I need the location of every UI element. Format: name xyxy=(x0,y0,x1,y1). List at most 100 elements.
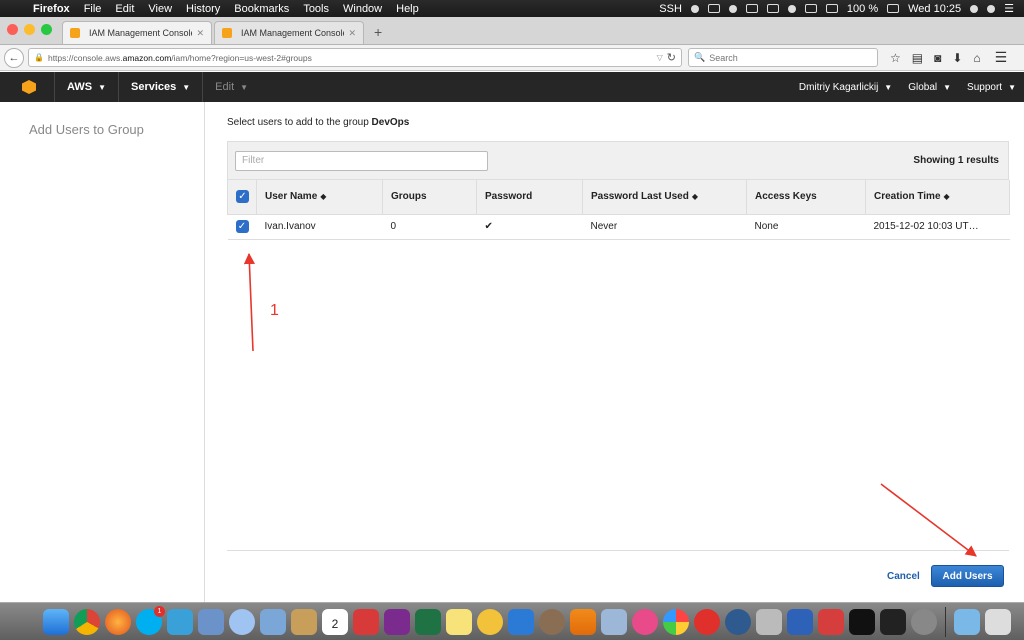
onenote-icon[interactable] xyxy=(384,608,410,635)
menu-view[interactable]: View xyxy=(141,3,179,15)
calendar-icon[interactable]: 2 xyxy=(322,608,348,635)
tab-iam-2[interactable]: IAM Management Console ✕ xyxy=(214,21,364,44)
url-text[interactable]: https://console.aws.amazon.com/iam/home?… xyxy=(48,53,657,63)
trash-icon[interactable] xyxy=(985,608,1011,635)
column-groups: Groups xyxy=(382,180,477,215)
cloud-icon[interactable] xyxy=(728,4,737,13)
bluetooth-icon[interactable] xyxy=(787,4,796,13)
select-all-checkbox[interactable]: ✓ xyxy=(236,190,249,204)
search-icon: 🔍 xyxy=(694,52,706,62)
zoom-window-button[interactable] xyxy=(41,24,52,35)
tab-title: IAM Management Console xyxy=(89,28,193,38)
region-menu[interactable]: Global ▼ xyxy=(900,82,959,93)
excel-icon[interactable] xyxy=(415,608,441,635)
wunderlist-icon[interactable] xyxy=(477,608,503,635)
sort-icon: ◆ xyxy=(691,192,698,202)
home-icon[interactable]: ⌂ xyxy=(973,51,980,65)
services-menu[interactable]: Services ▼ xyxy=(119,81,202,93)
menu-bookmarks[interactable]: Bookmarks xyxy=(227,3,296,15)
menu-help[interactable]: Help xyxy=(389,3,426,15)
close-tab-icon[interactable]: ✕ xyxy=(196,28,204,39)
downloads-folder-icon[interactable] xyxy=(954,608,980,635)
minimize-window-button[interactable] xyxy=(24,24,35,35)
skype-icon[interactable]: 1 xyxy=(136,605,165,635)
tab-iam-1[interactable]: IAM Management Console ✕ xyxy=(62,21,212,44)
bookmark-star-icon[interactable]: ☆ xyxy=(890,51,901,65)
row-checkbox[interactable]: ✓ xyxy=(235,220,249,233)
close-tab-icon[interactable]: ✕ xyxy=(348,28,356,39)
back-button[interactable]: ← xyxy=(4,47,24,68)
column-password-last-used[interactable]: Password Last Used ◆ xyxy=(582,180,747,215)
column-password: Password xyxy=(476,180,583,215)
account-menu[interactable]: Dmitriy Kagarlickij ▼ xyxy=(791,82,900,93)
menu-tools[interactable]: Tools xyxy=(296,3,336,15)
menu-file[interactable]: File xyxy=(77,3,109,15)
glasses-icon[interactable] xyxy=(745,4,758,13)
column-creation-time[interactable]: Creation Time ◆ xyxy=(865,180,1010,215)
aws-console-header: AWS ▼ Services ▼ Edit ▼ Dmitriy Kagarlickij… xyxy=(0,72,1024,102)
system-preferences-icon[interactable] xyxy=(911,608,937,635)
reload-icon[interactable]: ↻ xyxy=(667,51,676,64)
support-menu[interactable]: Support ▼ xyxy=(959,82,1024,93)
mail-icon[interactable] xyxy=(198,608,224,635)
image-capture-icon[interactable] xyxy=(601,608,627,635)
notes-book-icon[interactable] xyxy=(291,608,317,635)
menu-history[interactable]: History xyxy=(179,3,227,15)
iterm-icon[interactable] xyxy=(849,608,875,635)
url-bar[interactable]: 🔒 https://console.aws.amazon.com/iam/hom… xyxy=(28,48,682,67)
table-row[interactable]: ✓ Ivan.Ivanov 0 ✔ Never None 2015-12-02 … xyxy=(227,214,1010,240)
battery-status[interactable]: 100 % xyxy=(847,3,878,15)
vscode-icon[interactable] xyxy=(508,608,534,635)
window-icon[interactable] xyxy=(707,4,720,13)
user-icon[interactable] xyxy=(970,4,979,13)
cell-creation-time: 2015-12-02 10:03 UT… xyxy=(865,214,1010,240)
gear-icon[interactable] xyxy=(690,4,699,13)
spotlight-icon[interactable] xyxy=(987,4,996,13)
menu-firefox[interactable]: Firefox xyxy=(26,3,77,15)
aws-logo-icon[interactable] xyxy=(22,80,36,94)
virtualbox-icon[interactable] xyxy=(787,608,813,635)
messages-icon[interactable] xyxy=(229,608,255,635)
display-icon[interactable] xyxy=(766,4,779,13)
reading-list-icon[interactable]: ▤ xyxy=(912,51,923,65)
hamburger-menu-icon[interactable]: ☰ xyxy=(995,49,1008,66)
cancel-link[interactable]: Cancel xyxy=(887,571,920,582)
annotation-step-number: 1 xyxy=(270,302,279,319)
lync-icon[interactable] xyxy=(167,608,193,635)
chrome-icon[interactable] xyxy=(74,608,100,635)
remote-desktop-icon[interactable] xyxy=(818,608,844,635)
terminal-icon[interactable] xyxy=(880,608,906,635)
filter-input[interactable] xyxy=(235,150,488,171)
aws-menu[interactable]: AWS ▼ xyxy=(55,81,118,93)
script-editor-icon[interactable] xyxy=(756,608,782,635)
ssh-status[interactable]: SSH xyxy=(659,3,682,15)
network-icon[interactable] xyxy=(725,608,751,635)
new-tab-button[interactable]: + xyxy=(366,24,390,44)
close-window-button[interactable] xyxy=(7,24,18,35)
notification-icon[interactable]: ☰ xyxy=(1004,2,1014,15)
clock[interactable]: Wed 10:25 xyxy=(908,3,961,15)
flag-icon[interactable] xyxy=(825,4,838,13)
photos-icon[interactable] xyxy=(663,608,689,635)
edit-menu[interactable]: Edit ▼ xyxy=(203,81,260,93)
stickies-icon[interactable] xyxy=(446,608,472,635)
firefox-icon[interactable] xyxy=(105,608,131,635)
preview-icon[interactable] xyxy=(260,608,286,635)
menu-window[interactable]: Window xyxy=(336,3,389,15)
search-input[interactable] xyxy=(709,52,872,63)
url-dropdown-icon[interactable]: ▽ xyxy=(657,53,663,62)
acrobat-icon[interactable] xyxy=(353,608,379,635)
wifi-icon[interactable] xyxy=(804,4,817,13)
vlc-icon[interactable] xyxy=(570,608,596,635)
search-bar[interactable]: 🔍 xyxy=(688,48,878,67)
menu-edit[interactable]: Edit xyxy=(108,3,141,15)
shell-icon[interactable] xyxy=(539,608,565,635)
column-user-name[interactable]: User Name ◆ xyxy=(256,180,383,215)
help-icon[interactable] xyxy=(694,608,720,635)
download-icon[interactable]: ⬇ xyxy=(952,51,962,65)
finder-icon[interactable] xyxy=(43,608,69,635)
itunes-icon[interactable] xyxy=(632,608,658,635)
pocket-icon[interactable]: ◙ xyxy=(934,51,941,65)
add-users-button[interactable]: Add Users xyxy=(931,565,1004,587)
lock-icon[interactable]: 🔒 xyxy=(34,53,44,62)
